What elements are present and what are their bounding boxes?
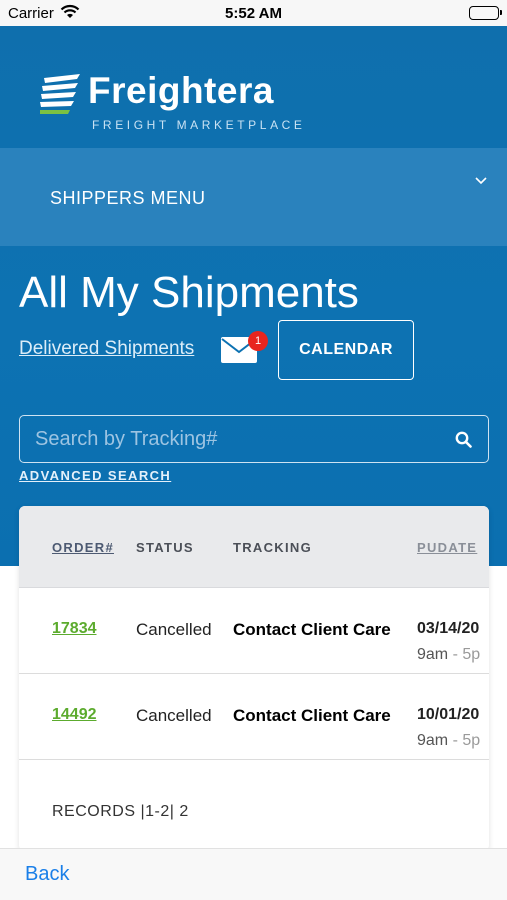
column-header-order[interactable]: ORDER# bbox=[52, 540, 114, 555]
pickup-window-start: 9am bbox=[417, 732, 449, 749]
battery-icon bbox=[469, 6, 502, 20]
brand-tagline: FREIGHT MARKETPLACE bbox=[92, 118, 306, 132]
pickup-window-end: - 5p bbox=[448, 646, 481, 663]
table-row: 14492 Cancelled Contact Client Care 10/0… bbox=[19, 674, 489, 760]
order-link[interactable]: 14492 bbox=[52, 706, 97, 724]
pudate-cell: 10/01/20 bbox=[417, 706, 480, 723]
brand-name: Freightera bbox=[88, 70, 274, 111]
calendar-button[interactable]: CALENDAR bbox=[278, 320, 414, 380]
search-icon[interactable] bbox=[455, 431, 472, 453]
records-summary: RECORDS |1-2| 2 bbox=[52, 803, 189, 820]
column-header-tracking: TRACKING bbox=[233, 540, 313, 555]
status-cell: Cancelled bbox=[136, 620, 212, 639]
page-title: All My Shipments bbox=[19, 268, 359, 317]
status-cell: Cancelled bbox=[136, 706, 212, 725]
pickup-window-end: - 5p bbox=[448, 732, 481, 749]
freightera-logo-icon bbox=[40, 74, 82, 119]
advanced-search-link[interactable]: ADVANCED SEARCH bbox=[19, 468, 171, 483]
pickup-window: 9am - 5p bbox=[417, 646, 480, 664]
chevron-down-icon[interactable] bbox=[475, 172, 487, 190]
table-row: 17834 Cancelled Contact Client Care 03/1… bbox=[19, 588, 489, 674]
messages-button[interactable]: 1 bbox=[221, 331, 268, 368]
notification-badge: 1 bbox=[248, 331, 268, 351]
back-button[interactable]: Back bbox=[25, 863, 69, 886]
tracking-cell: Contact Client Care bbox=[233, 620, 391, 639]
tracking-search-input[interactable]: Search by Tracking# bbox=[19, 415, 489, 463]
column-header-pudate[interactable]: PUDATE bbox=[417, 540, 477, 555]
column-header-status: STATUS bbox=[136, 540, 194, 555]
pudate-cell: 03/14/20 bbox=[417, 620, 480, 637]
bottom-toolbar: Back bbox=[0, 848, 507, 900]
tracking-cell: Contact Client Care bbox=[233, 706, 391, 725]
clock: 5:52 AM bbox=[225, 5, 282, 22]
header-hero: Freightera FREIGHT MARKETPLACE SHIPPERS … bbox=[0, 26, 507, 566]
delivered-shipments-link[interactable]: Delivered Shipments bbox=[19, 338, 194, 360]
shipments-table: ORDER# STATUS TRACKING PUDATE 17834 Canc… bbox=[19, 506, 489, 851]
pickup-window-start: 9am bbox=[417, 646, 449, 663]
shippers-menu-label: SHIPPERS MENU bbox=[50, 188, 206, 208]
table-header: ORDER# STATUS TRACKING PUDATE bbox=[19, 506, 489, 588]
search-placeholder: Search by Tracking# bbox=[35, 428, 218, 450]
pickup-window: 9am - 5p bbox=[417, 732, 480, 750]
shippers-menu[interactable]: SHIPPERS MENU bbox=[0, 148, 507, 246]
status-bar: Carrier 5:52 AM bbox=[0, 0, 507, 26]
order-link[interactable]: 17834 bbox=[52, 620, 97, 638]
